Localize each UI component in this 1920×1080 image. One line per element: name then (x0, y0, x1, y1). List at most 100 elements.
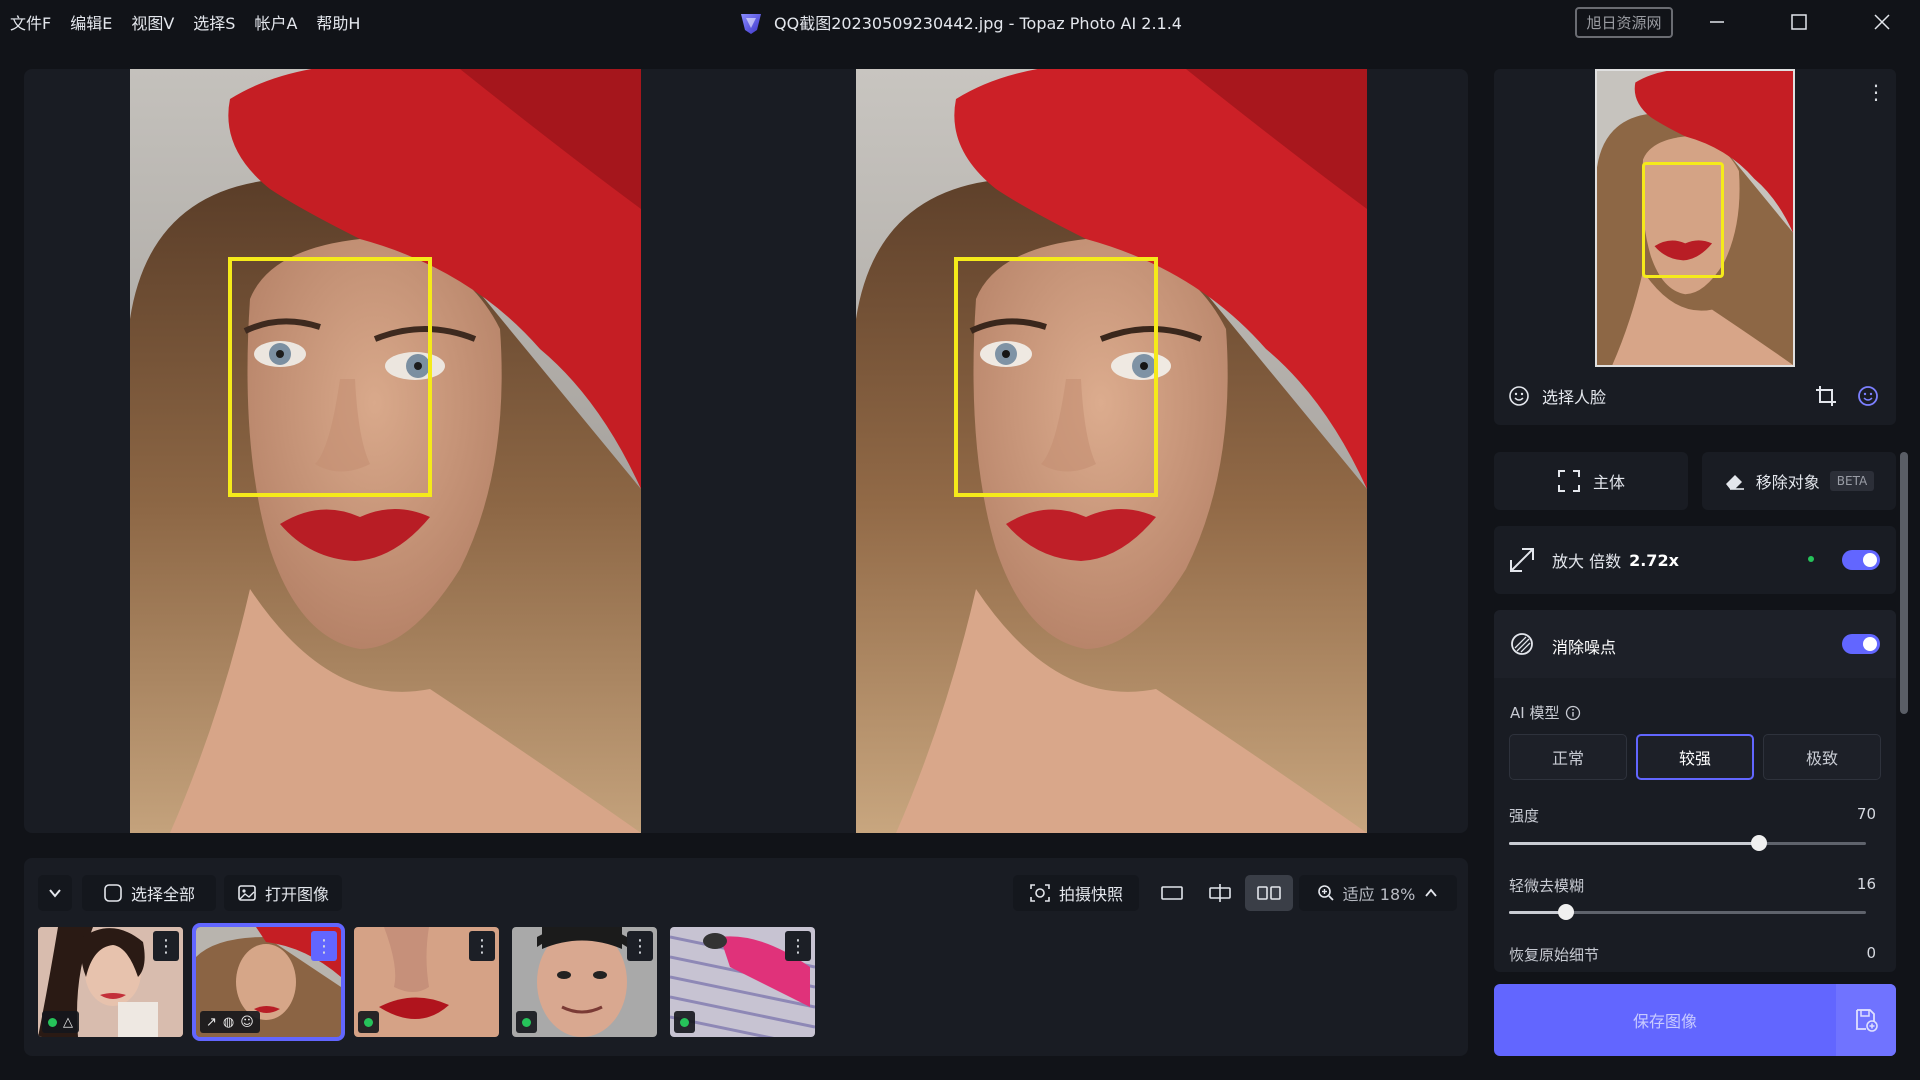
snapshot-button[interactable]: 拍摄快照 (1013, 875, 1139, 911)
navigator-thumbnail[interactable] (1595, 69, 1795, 367)
strength-slider[interactable] (1509, 834, 1866, 854)
model-strong-button[interactable]: 较强 (1636, 734, 1754, 780)
save-image-label: 保存图像 (1632, 1012, 1697, 1031)
face-active-icon (1858, 386, 1878, 406)
menu-edit[interactable]: 编辑E (70, 10, 112, 34)
minimize-button[interactable] (1687, 0, 1747, 44)
thumbnail-3[interactable]: ⋮ (354, 927, 499, 1037)
select-face-row[interactable]: 选择人脸 (1508, 384, 1606, 408)
thumbnail-1[interactable]: ⋮ △ (38, 927, 183, 1037)
thumbnail-2-selected[interactable]: ⋮ ↗ ◍ ☺ (192, 923, 345, 1041)
close-button[interactable] (1852, 0, 1912, 44)
navigator-menu-button[interactable]: ⋮ (1866, 80, 1886, 104)
upscale-status-dot-icon (1808, 556, 1814, 562)
title-bar: 文件F 编辑E 视图V 选择S 帐户A 帮助H QQ截图202305092304… (0, 0, 1920, 44)
deblur-slider[interactable] (1509, 903, 1866, 923)
maximize-button[interactable] (1769, 0, 1829, 44)
upscale-card[interactable]: 放大 倍数 2.72x (1494, 526, 1896, 594)
model-normal-button[interactable]: 正常 (1509, 734, 1627, 780)
menu-account[interactable]: 帐户A (254, 10, 297, 34)
strength-label: 强度 (1509, 807, 1540, 825)
denoise-icon: ◍ (222, 1014, 235, 1030)
watermark-badge: 旭日资源网 (1575, 7, 1673, 38)
crop-icon (1816, 386, 1836, 406)
menu-select[interactable]: 选择S (193, 10, 235, 34)
remove-object-label: 移除对象 (1755, 473, 1820, 492)
face-mode-button[interactable] (1857, 385, 1879, 411)
zoom-control[interactable]: 适应 18% (1299, 875, 1457, 911)
image-viewer[interactable] (24, 69, 1468, 833)
view-single-button[interactable] (1149, 875, 1195, 911)
thumbnail-status: △ (42, 1011, 79, 1033)
beta-badge: BETA (1829, 471, 1875, 491)
model-extreme-button[interactable]: 极致 (1763, 734, 1881, 780)
thumbnail-4[interactable]: ⋮ (512, 927, 657, 1037)
face-icon (1509, 386, 1529, 406)
thumbnail-status: ↗ ◍ ☺ (200, 1011, 260, 1033)
warning-icon: △ (63, 1014, 73, 1030)
collapse-filmstrip-button[interactable] (38, 875, 72, 911)
menu-view[interactable]: 视图V (131, 10, 174, 34)
info-icon[interactable] (1565, 705, 1581, 721)
chevron-down-icon (49, 889, 61, 898)
upscale-toggle[interactable] (1842, 550, 1880, 570)
strength-value: 70 (1856, 805, 1876, 823)
remove-object-button[interactable]: 移除对象 BETA (1702, 452, 1896, 510)
processed-image[interactable] (856, 69, 1367, 833)
restore-detail-label: 恢复原始细节 (1509, 946, 1600, 964)
view-side-by-side-button[interactable] (1245, 875, 1293, 911)
subject-button[interactable]: 主体 (1494, 452, 1688, 510)
menu-file[interactable]: 文件F (10, 10, 51, 34)
save-image-button[interactable]: 保存图像 (1494, 984, 1896, 1056)
status-dot-icon (522, 1017, 531, 1027)
thumbnail-status (358, 1011, 379, 1033)
face-icon: ☺ (240, 1014, 254, 1030)
zoom-label: 适应 18% (1342, 885, 1416, 904)
original-image[interactable] (130, 69, 641, 833)
menu-bar: 文件F 编辑E 视图V 选择S 帐户A 帮助H (10, 0, 360, 44)
ai-model-label: AI 模型 (1510, 704, 1560, 722)
window-title: QQ截图20230509230442.jpg - Topaz Photo AI … (774, 14, 1182, 33)
select-all-label: 选择全部 (130, 885, 195, 904)
thumbnail-menu-button[interactable]: ⋮ (469, 931, 495, 961)
thumbnail-menu-button[interactable]: ⋮ (785, 931, 811, 961)
upscale-arrow-icon (1510, 548, 1534, 572)
minimize-icon (1710, 21, 1724, 23)
ai-model-heading: AI 模型 (1510, 702, 1581, 723)
camera-icon (1030, 884, 1050, 902)
deblur-value: 16 (1856, 875, 1876, 893)
select-all-button[interactable]: 选择全部 (82, 875, 216, 911)
export-options-button[interactable] (1836, 984, 1896, 1056)
restore-detail-value: 0 (1866, 944, 1876, 962)
panel-scrollbar[interactable] (1900, 452, 1908, 714)
portrait-photo (130, 69, 641, 833)
thumbnail-menu-button[interactable]: ⋮ (311, 931, 337, 961)
app-logo-icon (741, 14, 761, 34)
status-dot-icon (680, 1017, 689, 1027)
denoise-icon (1511, 633, 1533, 655)
denoise-toggle[interactable] (1842, 634, 1880, 654)
image-icon (238, 885, 256, 901)
chevron-up-icon (1425, 888, 1438, 897)
strength-fill (1509, 842, 1759, 845)
open-image-label: 打开图像 (264, 885, 329, 904)
open-image-button[interactable]: 打开图像 (224, 875, 342, 911)
status-dot-icon (364, 1017, 373, 1027)
crop-button[interactable] (1815, 385, 1837, 411)
close-icon (1874, 14, 1890, 30)
eraser-icon (1725, 475, 1744, 490)
thumbnail-menu-button[interactable]: ⋮ (153, 931, 179, 961)
thumbnail-5[interactable]: ⋮ (670, 927, 815, 1037)
upscale-icon: ↗ (206, 1014, 217, 1030)
view-split-button[interactable] (1197, 875, 1243, 911)
status-dot-icon (48, 1017, 57, 1027)
upscale-text: 放大 倍数 2.72x (1552, 526, 1679, 594)
thumbnail-menu-button[interactable]: ⋮ (627, 931, 653, 961)
face-selection-box[interactable] (1642, 162, 1724, 278)
save-options-icon (1856, 1009, 1878, 1032)
portrait-photo-processed (856, 69, 1367, 833)
strength-knob[interactable] (1751, 835, 1767, 851)
deblur-label: 轻微去模糊 (1509, 877, 1585, 895)
menu-help[interactable]: 帮助H (316, 10, 360, 34)
deblur-knob[interactable] (1558, 904, 1574, 920)
